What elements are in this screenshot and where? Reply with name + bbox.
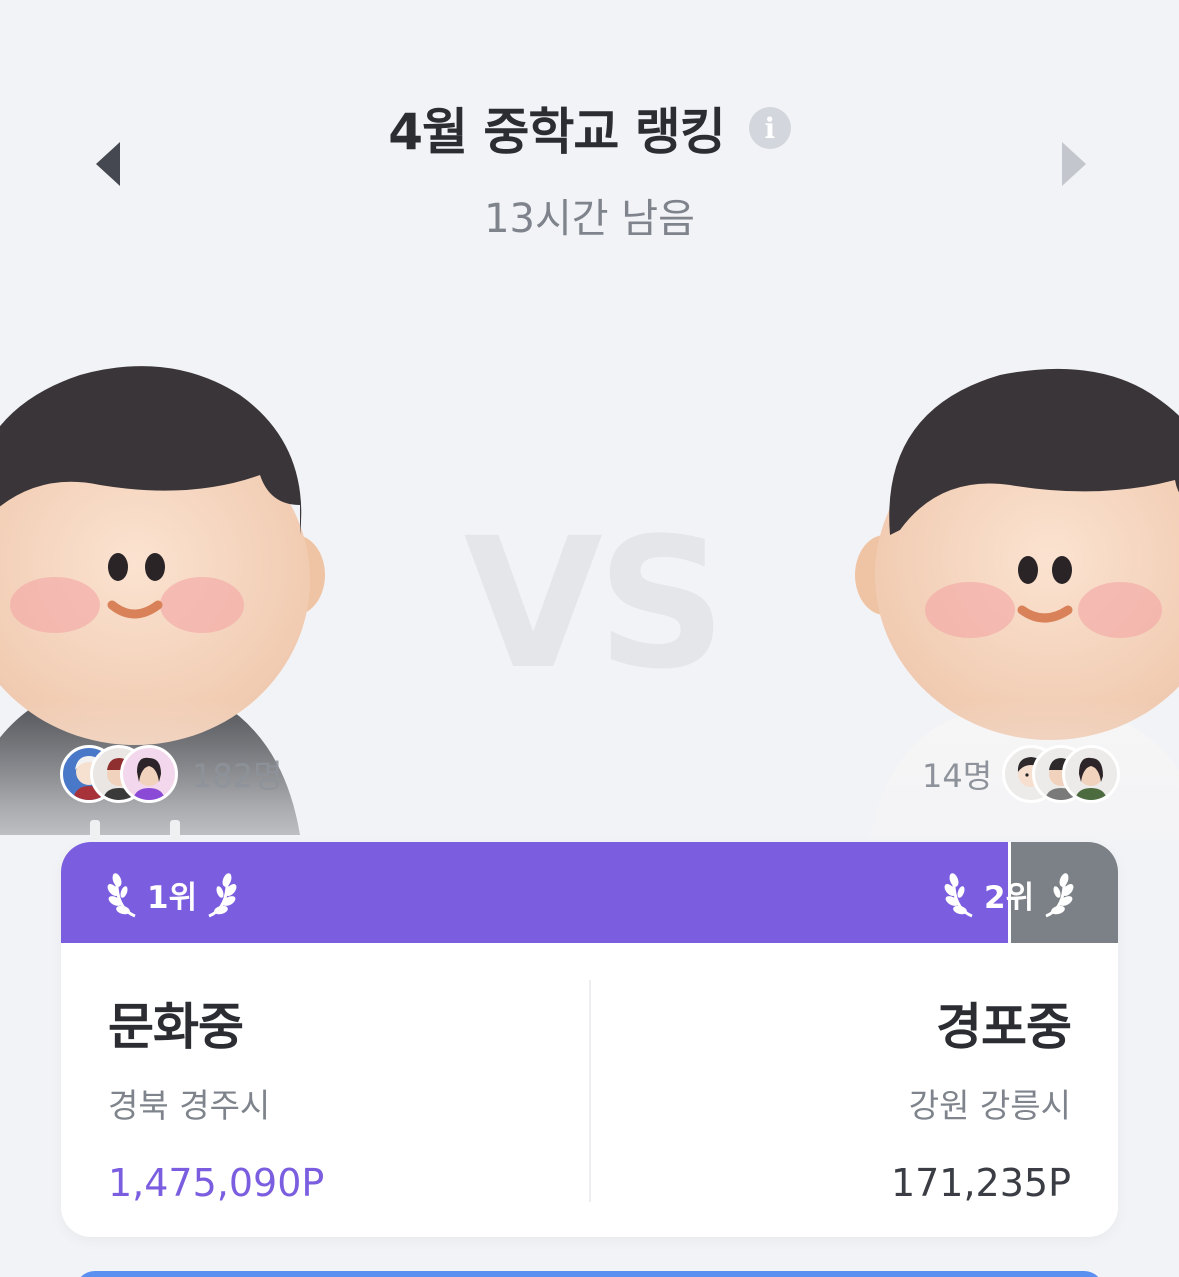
team-left[interactable]: 문화중 경북 경주시 1,475,090P: [108, 987, 324, 1205]
time-remaining: 13시간 남음: [484, 196, 695, 242]
rank-badge-left: 1위: [107, 868, 237, 920]
team-right[interactable]: 경포중 강원 강릉시 171,235P: [890, 987, 1072, 1205]
participant-count: 182명: [192, 757, 283, 795]
bottom-action-button[interactable]: [75, 1271, 1104, 1277]
participant-avatar: [1062, 745, 1121, 803]
triangle-right-icon[interactable]: [1058, 140, 1088, 188]
title-row: 4월 중학교 랭킹 i: [0, 92, 1179, 164]
divider: [589, 980, 591, 1202]
score-bar: 1위 2위: [61, 842, 1118, 943]
school-region: 강원 강릉시: [908, 1086, 1071, 1125]
school-name: 경포중: [936, 998, 1072, 1056]
school-points: 171,235P: [890, 1161, 1071, 1205]
school-points: 1,475,090P: [108, 1161, 325, 1205]
left-participants[interactable]: 182명: [60, 745, 283, 803]
matchup-card[interactable]: 1위 2위 문화중 경북 경주시 1,475,090P 경포중 강원 강릉시 1…: [61, 842, 1118, 1237]
laurel-right-icon: [208, 873, 237, 918]
rank-label: 2위: [984, 879, 1035, 916]
school-name: 문화중: [108, 998, 244, 1056]
laurel-left-icon: [107, 873, 136, 918]
right-participants[interactable]: 14명: [922, 745, 1121, 803]
laurel-left-icon: [944, 873, 973, 918]
participant-count: 14명: [922, 757, 993, 795]
page-title: 4월 중학교 랭킹: [388, 103, 726, 161]
vs-label: VS: [463, 500, 727, 709]
ranking-header: 4월 중학교 랭킹 i 13시간 남음: [0, 0, 1179, 260]
rank-label: 1위: [147, 879, 198, 916]
participant-avatar: [120, 745, 178, 803]
info-icon[interactable]: i: [748, 107, 791, 149]
laurel-right-icon: [1045, 873, 1074, 918]
rank-badge-right: 2위: [944, 868, 1074, 920]
school-region: 경북 경주시: [108, 1086, 271, 1125]
